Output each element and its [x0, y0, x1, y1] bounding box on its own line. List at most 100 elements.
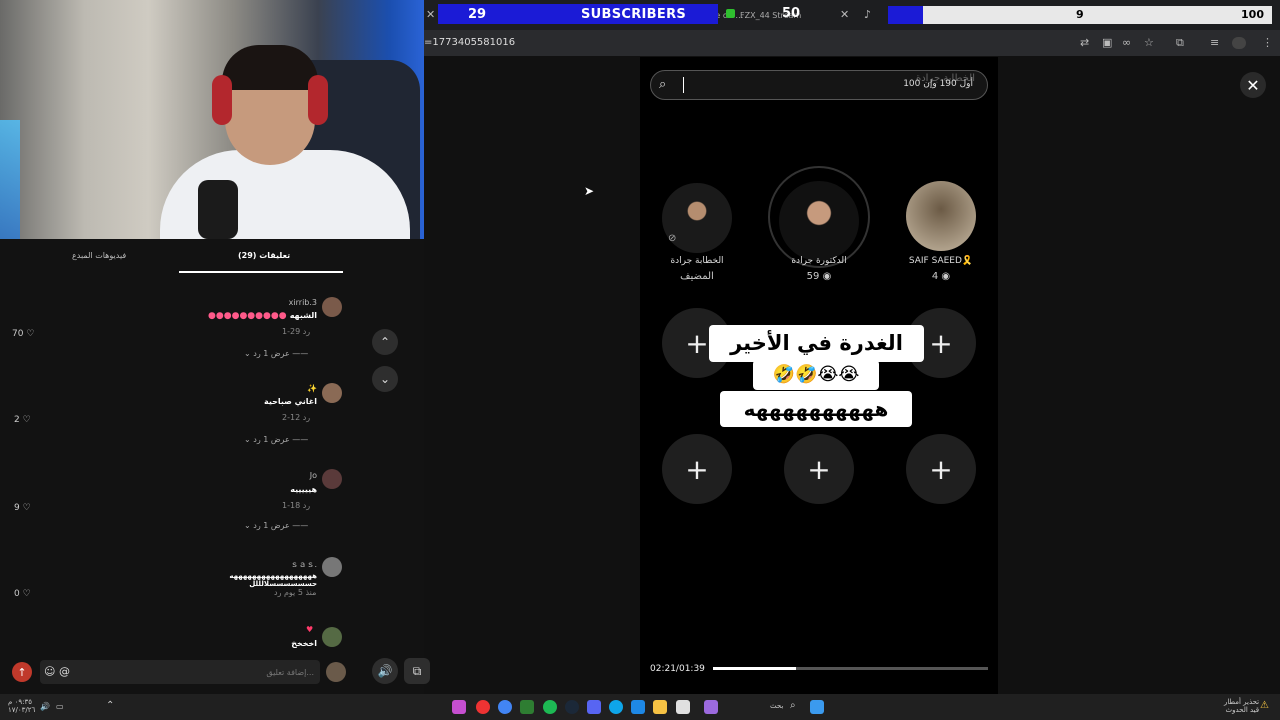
comment-input[interactable]: ☺ @ إضافة تعليق... — [40, 660, 320, 684]
menu-lines-icon[interactable]: ≡ — [1210, 36, 1219, 49]
previous-video-button[interactable]: ⌃ — [372, 329, 398, 355]
guest-count: 59 ◉ — [806, 271, 832, 282]
windows-start-icon[interactable] — [810, 700, 824, 714]
app-icon[interactable] — [631, 700, 645, 714]
weather-widget[interactable]: تحذير أمطار قيد الحدوث — [1224, 698, 1259, 714]
comment-meta[interactable]: منذ 5 يوم رد — [274, 588, 316, 597]
emoji-icon[interactable]: ☺ — [44, 665, 55, 678]
comment-meta[interactable]: 1-29 رد — [282, 327, 310, 336]
heart-icon: ♥ — [306, 625, 314, 634]
view-replies-button[interactable]: ⌄ عرض 1 رد —— — [244, 521, 308, 530]
goal-current: 9 — [1076, 8, 1084, 21]
close-tab-icon[interactable]: ✕ — [840, 8, 849, 21]
tab-creator-videos[interactable]: فيديوهات المبدع — [72, 251, 126, 260]
search-input[interactable]: ⌕ الخطابة جرادة أول 190 وإن 100 — [650, 70, 988, 100]
pip-icon[interactable]: ▣ — [1102, 36, 1112, 49]
app-icon[interactable] — [704, 700, 718, 714]
tiktok-icon: ♪ — [864, 8, 872, 21]
app-icon[interactable] — [676, 700, 690, 714]
add-guest-button[interactable]: + — [906, 434, 976, 504]
caption-line-1: الغدرة في الأخير — [709, 325, 924, 362]
view-replies-button[interactable]: ⌄ عرض 1 رد —— — [244, 349, 308, 358]
close-icon: ✕ — [1246, 75, 1260, 95]
windows-taskbar: ٠٩:٣٥ م ١٧/٠٣/٢٦ 🔊 ▭ ⌃ بحث ⌕ تحذير أمطار ق… — [0, 694, 1280, 720]
avatar[interactable] — [322, 469, 342, 489]
steam-icon[interactable] — [565, 700, 579, 714]
comment-author[interactable]: ｓａｓ. — [270, 559, 317, 570]
mention-icon[interactable]: @ — [59, 665, 70, 678]
taskbar-search-label[interactable]: بحث — [770, 702, 783, 710]
edge-icon[interactable] — [609, 700, 623, 714]
add-guest-button[interactable]: + — [662, 434, 732, 504]
goal-progress-bar: 9 100 — [888, 6, 1272, 24]
kick-icon — [726, 9, 735, 18]
close-button[interactable]: ✕ — [1240, 72, 1266, 98]
volume-button[interactable]: 🔊 — [372, 658, 398, 684]
next-video-button[interactable]: ⌄ — [372, 366, 398, 392]
streamer-hair — [222, 45, 318, 90]
reader-icon[interactable]: ∞ — [1122, 36, 1131, 49]
comment-meta[interactable]: 1-18 رد — [282, 501, 310, 510]
tab-comments[interactable]: تعليقات (29) — [238, 251, 290, 260]
file-explorer-icon[interactable] — [653, 700, 667, 714]
profile-avatar[interactable] — [1232, 37, 1246, 49]
extensions-icon[interactable]: ⧉ — [1176, 36, 1184, 50]
discord-icon[interactable] — [587, 700, 601, 714]
caption-emojis: 🤣🤣😭😭 — [753, 360, 879, 390]
emoji-row: ●●●●●●●●●● — [208, 311, 290, 321]
progress-bar[interactable] — [713, 667, 988, 670]
like-count[interactable]: 0 ♡ — [14, 589, 31, 599]
app-icon[interactable] — [476, 700, 490, 714]
text-cursor — [683, 77, 684, 93]
chevron-up-icon: ⌃ — [379, 335, 391, 349]
like-count[interactable]: 9 ♡ — [14, 503, 31, 513]
user-avatar — [326, 662, 346, 682]
guest-name: الدكتورة جرادة — [791, 256, 847, 266]
chevron-down-icon: ⌄ — [379, 372, 391, 386]
network-tray-icon[interactable]: ▭ — [56, 702, 64, 711]
send-button[interactable]: ↑ — [12, 662, 32, 682]
comment-author[interactable]: ✨ — [290, 384, 317, 393]
app-icon[interactable] — [452, 700, 466, 714]
comment-author[interactable]: Jo — [290, 471, 317, 480]
mini-player-button[interactable]: ⧉ — [404, 658, 430, 684]
like-count[interactable]: 70 ♡ — [12, 329, 34, 339]
active-tab-indicator — [179, 271, 343, 273]
pip-icon: ⧉ — [412, 663, 422, 678]
progress-fill — [713, 667, 796, 670]
url-text[interactable]: =1773405581016 — [424, 37, 515, 48]
chrome-icon[interactable] — [498, 700, 512, 714]
comment-text: ههههههههههههههههههه حسسسسسسلالللل — [229, 572, 317, 588]
avatar[interactable] — [322, 383, 342, 403]
avatar[interactable] — [322, 557, 342, 577]
background-lamp — [0, 120, 20, 239]
volume-tray-icon[interactable]: 🔊 — [40, 702, 50, 711]
add-guest-button[interactable]: + — [784, 434, 854, 504]
translate-icon[interactable]: ⇄ — [1080, 36, 1089, 49]
view-replies-button[interactable]: ⌄ عرض 1 رد —— — [244, 435, 308, 444]
comment-author[interactable]: xirrib.3 — [250, 298, 317, 307]
guest-avatar-saif[interactable] — [906, 181, 976, 251]
headset-right — [308, 75, 328, 125]
address-bar: =1773405581016 ⇄ ▣ ∞ ☆ ⧉ ≡ ⋮ — [424, 30, 1280, 56]
host-label: المضيف — [680, 271, 714, 282]
search-icon: ⌕ — [659, 77, 667, 92]
avatar[interactable] — [322, 297, 342, 317]
spotify-icon[interactable] — [543, 700, 557, 714]
tray-expand-icon[interactable]: ⌃ — [106, 700, 114, 711]
clock[interactable]: ٠٩:٣٥ م ١٧/٠٣/٢٦ — [8, 698, 35, 714]
guest-name: الخطابة جرادة — [670, 256, 724, 266]
mouse-cursor-icon: ➤ — [584, 184, 595, 198]
close-tab-icon[interactable]: ✕ — [426, 8, 435, 21]
bookmark-star-icon[interactable]: ☆ — [1144, 36, 1154, 49]
like-count[interactable]: 2 ♡ — [14, 415, 31, 425]
playback-time: 02:21/01:39 — [650, 664, 705, 674]
subscriber-label: SUBSCRIBERS — [581, 6, 687, 22]
comment-meta[interactable]: 2-12 رد — [282, 413, 310, 422]
search-icon[interactable]: ⌕ — [790, 700, 796, 711]
more-options-icon[interactable]: ⋮ — [1262, 36, 1273, 49]
guest-avatar-doctor[interactable] — [779, 181, 859, 261]
comments-panel: فيديوهات المبدع تعليقات (29) xirrib.3 ●●… — [0, 239, 424, 694]
app-icon[interactable] — [520, 700, 534, 714]
avatar[interactable] — [322, 627, 342, 647]
